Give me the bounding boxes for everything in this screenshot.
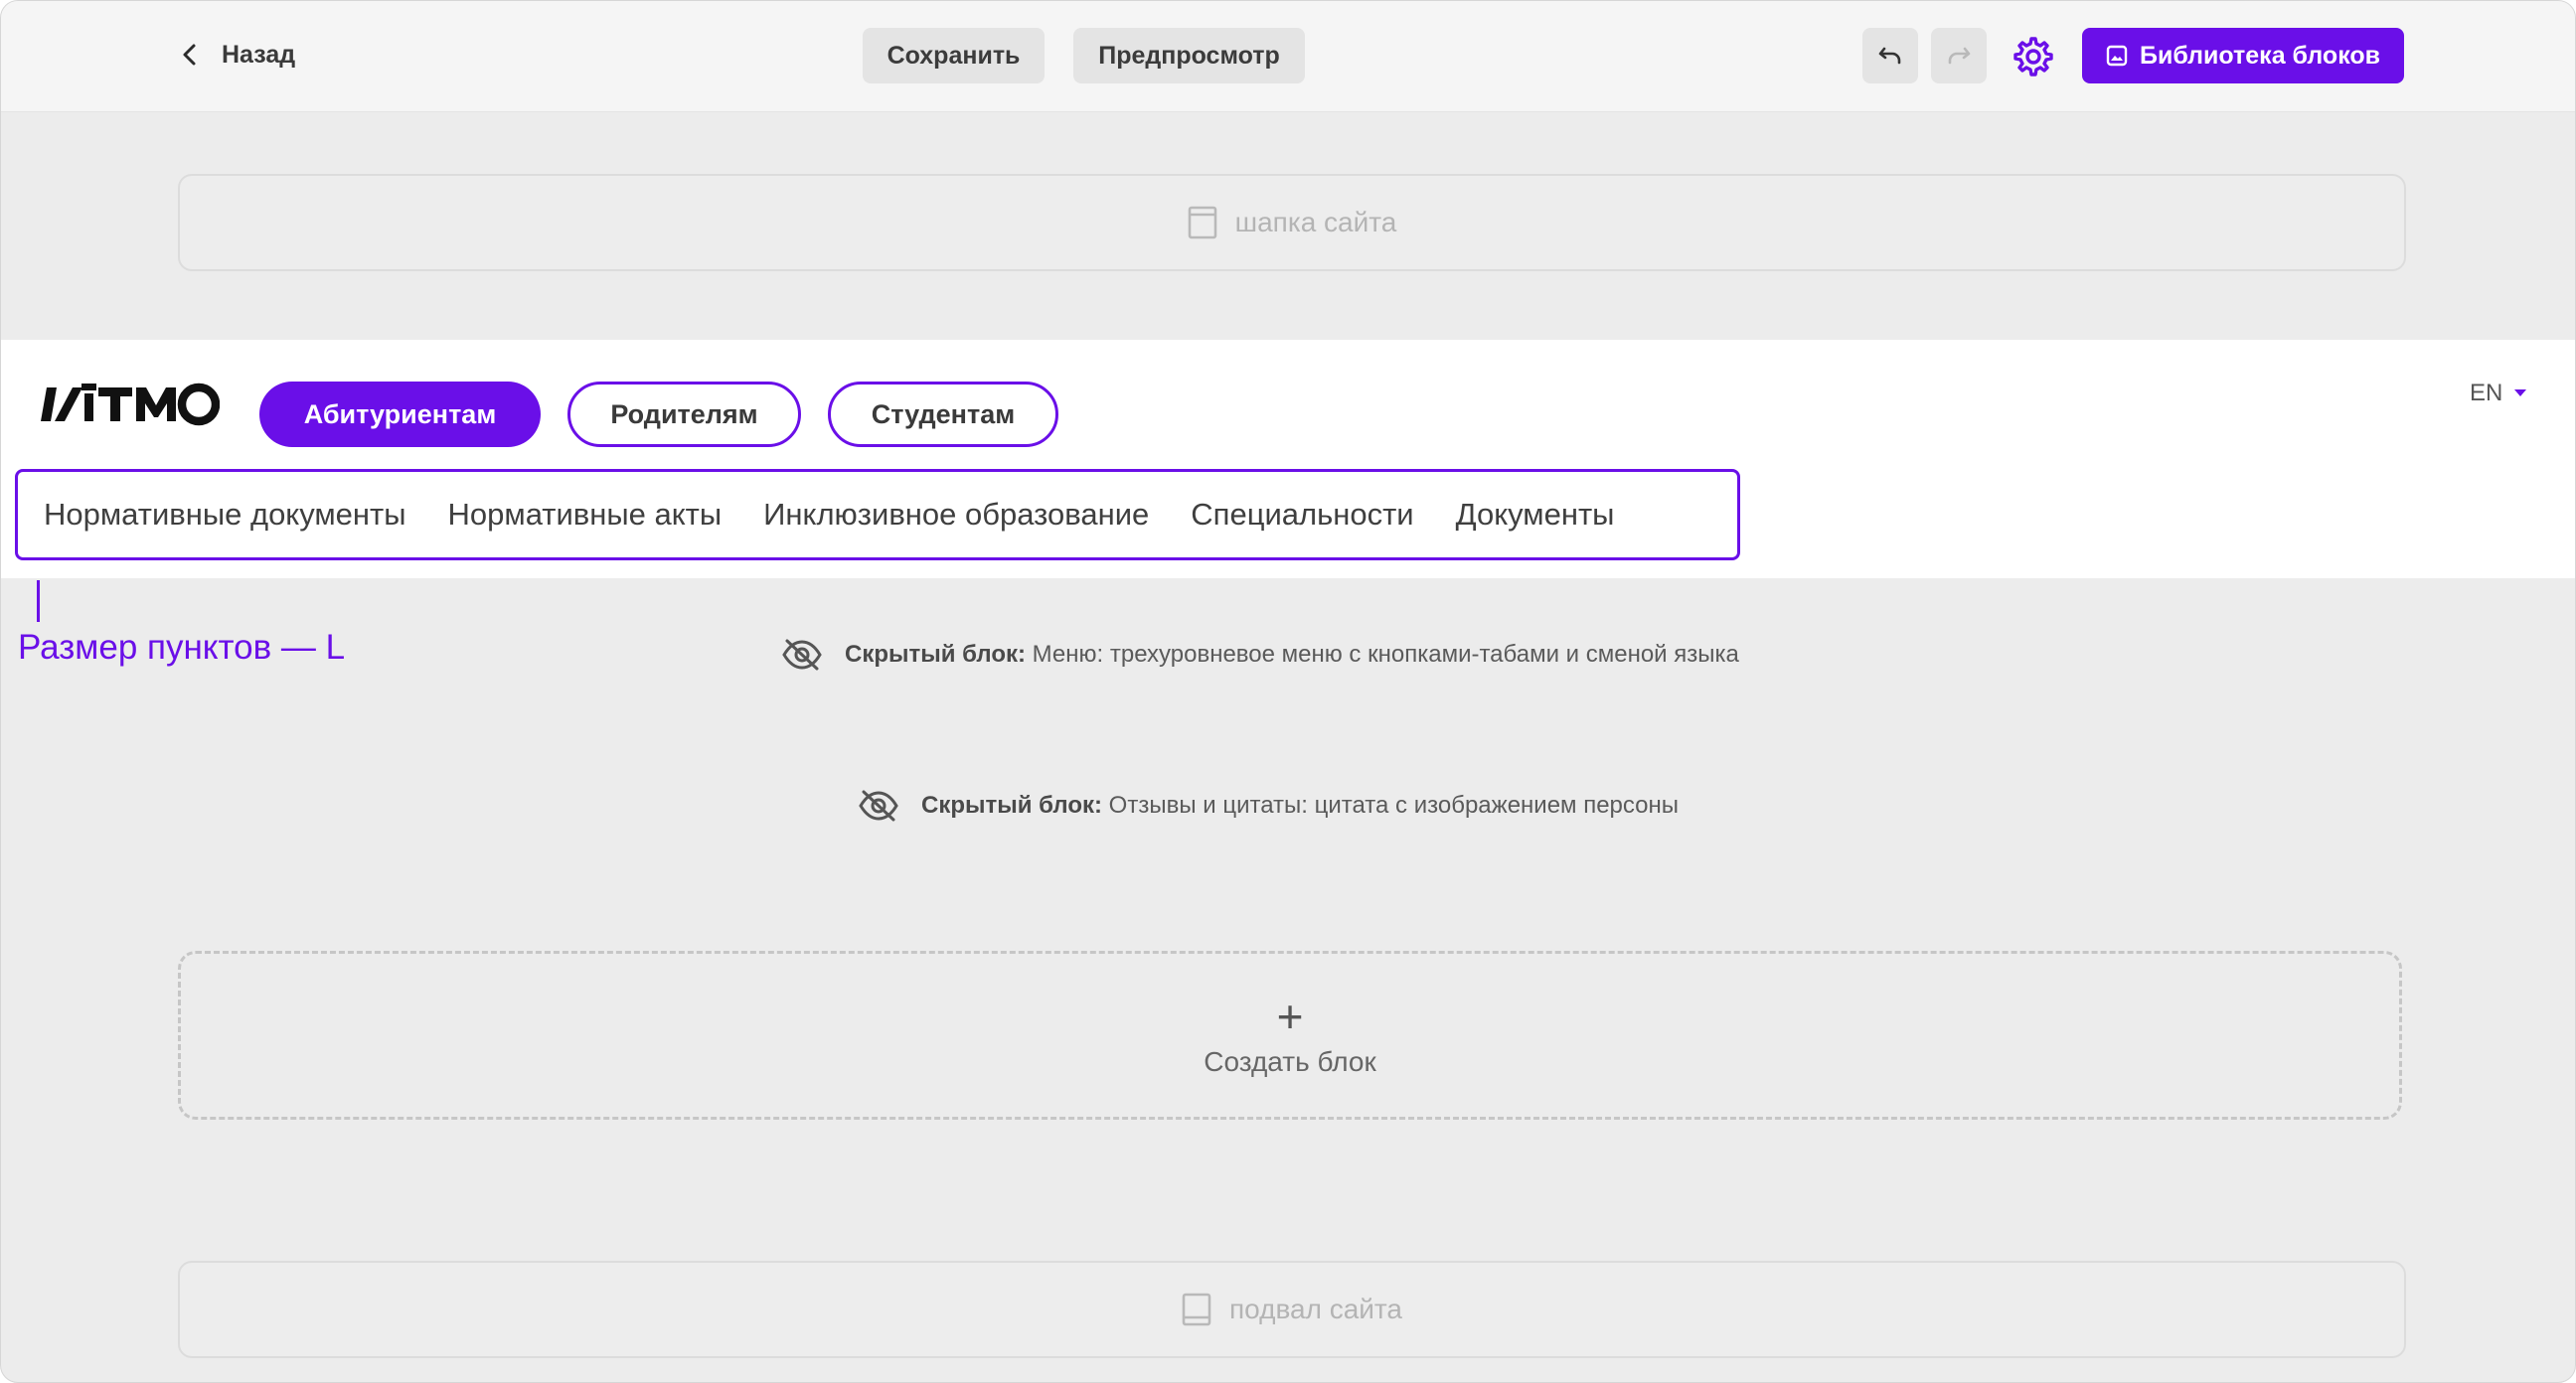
back-button[interactable]: Назад xyxy=(180,33,295,77)
page-icon xyxy=(1188,206,1216,239)
itmo-logo xyxy=(41,383,220,426)
menu-item-specialties[interactable]: Специальности xyxy=(1191,497,1413,533)
annotation-label: Размер пунктов — L xyxy=(18,628,346,667)
site-header-placeholder[interactable]: шапка сайта xyxy=(178,174,2406,271)
tab-parents[interactable]: Родителям xyxy=(567,382,801,447)
tab-applicants[interactable]: Абитуриентам xyxy=(259,382,541,447)
eye-off-icon xyxy=(859,790,898,822)
tab-students[interactable]: Студентам xyxy=(828,382,1058,447)
hidden-block-description: Меню: трехуровневое меню с кнопками-таба… xyxy=(1032,641,1739,668)
hidden-block-description: Отзывы и цитаты: цитата с изображением п… xyxy=(1108,792,1680,819)
create-block-label: Создать блок xyxy=(1204,1046,1376,1077)
chevron-left-icon xyxy=(183,44,196,66)
create-block-button[interactable]: + Создать блок xyxy=(178,951,2402,1120)
menu-item-normative-acts[interactable]: Нормативные акты xyxy=(448,497,723,533)
back-label: Назад xyxy=(222,40,296,69)
image-icon xyxy=(2106,45,2128,67)
eye-off-icon xyxy=(782,639,822,671)
site-footer-label: подвал сайта xyxy=(1228,1294,1402,1324)
hidden-block-row[interactable]: Скрытый блок: Меню: трехуровневое меню с… xyxy=(781,637,1739,673)
preview-button[interactable]: Предпросмотр xyxy=(1073,28,1305,83)
hidden-block-prefix: Скрытый блок: xyxy=(921,792,1102,819)
redo-button[interactable] xyxy=(1931,28,1987,83)
annotation-pointer xyxy=(37,580,40,622)
caret-down-icon xyxy=(2514,389,2527,396)
menu-item-documents[interactable]: Документы xyxy=(1456,497,1615,533)
save-button[interactable]: Сохранить xyxy=(863,28,1045,83)
redo-icon xyxy=(1948,47,1971,65)
editor-window: Назад Сохранить Предпросмотр Библиотека … xyxy=(0,0,2576,1383)
undo-button[interactable] xyxy=(1862,28,1918,83)
block-library-label: Библиотека блоков xyxy=(2139,41,2381,70)
plus-icon: + xyxy=(1276,991,1304,1042)
gear-icon[interactable] xyxy=(2011,34,2056,79)
menu-item-normative-docs[interactable]: Нормативные документы xyxy=(44,497,406,533)
block-library-button[interactable]: Библиотека блоков xyxy=(2082,28,2404,83)
site-header-label: шапка сайта xyxy=(1234,207,1397,237)
secondary-menu: Нормативные документы Нормативные акты И… xyxy=(15,469,1740,560)
page-icon xyxy=(1182,1293,1211,1326)
site-header-preview: Абитуриентам Родителям Студентам EN Норм… xyxy=(1,340,2575,578)
menu-item-inclusive-education[interactable]: Инклюзивное образование xyxy=(763,497,1149,533)
language-switch[interactable]: EN xyxy=(2470,380,2527,407)
language-label: EN xyxy=(2470,380,2503,406)
hidden-block-row[interactable]: Скрытый блок: Отзывы и цитаты: цитата с … xyxy=(858,788,1679,824)
site-footer-placeholder[interactable]: подвал сайта xyxy=(178,1261,2406,1358)
hidden-block-prefix: Скрытый блок: xyxy=(845,641,1026,668)
undo-icon xyxy=(1878,47,1901,65)
top-toolbar: Назад Сохранить Предпросмотр Библиотека … xyxy=(1,1,2575,112)
